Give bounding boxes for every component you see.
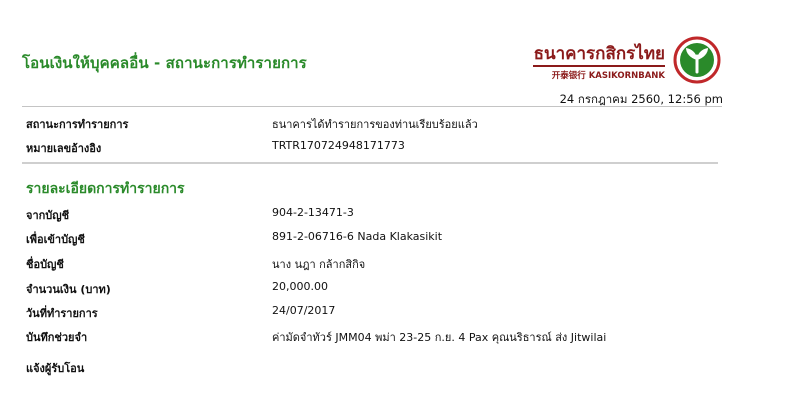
header-divider [22,106,722,107]
reference-label: หมายเลขอ้างอิง [26,142,102,155]
detail-value: 20,000.00 [272,280,328,293]
detail-label: เพื่อเข้าบัญชี [26,233,85,246]
status-label: สถานะการทำรายการ [26,118,129,131]
detail-value: 24/07/2017 [272,304,336,317]
detail-label: วันที่ทำรายการ [26,307,98,320]
detail-row-notify-recipient: แจ้งผู้รับโอน [26,359,726,377]
logo-thai-name: ธนาคารกสิกรไทย [533,44,665,64]
detail-row-amount: จำนวนเงิน (บาท) 20,000.00 [26,280,726,298]
detail-label: ชื่อบัญชี [26,258,64,271]
status-value: ธนาคารได้ทำรายการของท่านเรียบร้อยแล้ว [272,118,478,131]
detail-label: แจ้งผู้รับโอน [26,362,85,375]
page-title: โอนเงินให้บุคคลอื่น - สถานะการทำรายการ [22,54,307,72]
detail-value: นาง นฎา กล้ากสิกิจ [272,258,366,271]
status-row: สถานะการทำรายการ ธนาคารได้ทำรายการของท่า… [26,115,726,133]
detail-value: 891-2-06716-6 Nada Klakasikit [272,230,443,243]
detail-value: ค่ามัดจำทัวร์ JMM04 พม่า 23-25 ก.ย. 4 Pa… [272,331,607,344]
detail-row-account-name: ชื่อบัญชี นาง นฎา กล้ากสิกิจ [26,255,726,273]
detail-label: จากบัญชี [26,209,70,222]
kasikornbank-logo: ธนาคารกสิกรไทย 开泰银行 KASIKORNBANK [533,36,721,86]
detail-row-memo: บันทึกช่วยจำ ค่ามัดจำทัวร์ JMM04 พม่า 23… [26,328,726,346]
detail-label: บันทึกช่วยจำ [26,331,88,344]
logo-english-name: 开泰银行 KASIKORNBANK [551,71,665,81]
detail-row-date: วันที่ทำรายการ 24/07/2017 [26,304,726,322]
detail-value: 904-2-13471-3 [272,206,354,219]
reference-value: TRTR170724948171773 [272,139,405,152]
detail-row-to-account: เพื่อเข้าบัญชี 891-2-06716-6 Nada Klakas… [26,230,726,248]
details-section-title: รายละเอียดการทำรายการ [26,181,185,197]
kbank-emblem-icon [673,36,721,84]
section-divider [22,162,718,164]
detail-label: จำนวนเงิน (บาท) [26,283,111,296]
logo-underline [533,65,665,67]
reference-row: หมายเลขอ้างอิง TRTR170724948171773 [26,139,726,157]
detail-row-from-account: จากบัญชี 904-2-13471-3 [26,206,726,224]
